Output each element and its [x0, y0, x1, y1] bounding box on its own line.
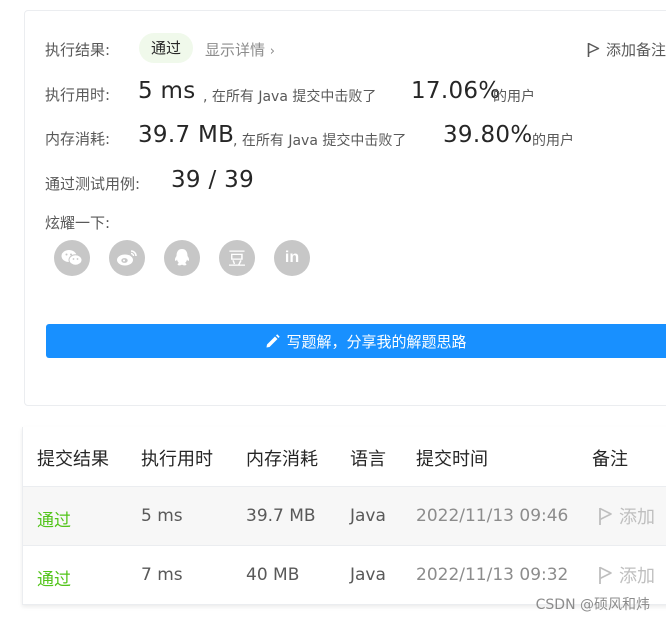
row-runtime: 5 ms — [141, 506, 183, 526]
row-submit-time: 2022/11/13 09:46 — [416, 506, 569, 526]
submissions-table: 提交结果 执行用时 内存消耗 语言 提交时间 备注 通过 5 ms 39.7 M… — [22, 427, 666, 605]
write-solution-button[interactable]: 写题解，分享我的解题思路 — [46, 324, 666, 358]
col-header-memory: 内存消耗 — [246, 449, 318, 470]
weibo-icon[interactable] — [109, 240, 145, 276]
write-solution-label: 写题解，分享我的解题思路 — [286, 332, 467, 351]
runtime-value: 5 ms — [138, 78, 196, 104]
testcases-value: 39 / 39 — [171, 167, 255, 193]
result-status-badge: 通过 — [139, 33, 194, 63]
pencil-icon — [266, 333, 281, 347]
flag-icon — [599, 507, 612, 525]
col-header-status: 提交结果 — [37, 449, 109, 470]
qq-icon[interactable] — [164, 240, 200, 276]
memory-value: 39.7 MB — [138, 122, 235, 148]
col-header-language: 语言 — [350, 449, 386, 470]
flag-icon — [599, 566, 612, 584]
row-status-link[interactable]: 通过 — [37, 565, 71, 590]
col-header-note: 备注 — [592, 449, 628, 470]
linkedin-glyph: in — [284, 249, 300, 266]
wechat-icon[interactable] — [54, 240, 90, 276]
row-add-note-label: 添加 — [619, 507, 655, 528]
memory-percent: 39.80% — [443, 122, 533, 148]
testcases-label: 通过测试用例: — [45, 175, 141, 193]
row-add-note-label: 添加 — [619, 566, 655, 587]
add-note-button[interactable]: 添加备注 — [587, 39, 666, 60]
row-memory: 39.7 MB — [246, 506, 316, 526]
row-add-note-button[interactable]: 添加 — [598, 503, 655, 529]
chevron-right-icon: › — [269, 44, 275, 59]
linkedin-icon[interactable]: in — [274, 240, 310, 276]
col-header-submit-time: 提交时间 — [416, 449, 488, 470]
row-submit-time: 2022/11/13 09:32 — [416, 565, 569, 585]
row-add-note-button[interactable]: 添加 — [598, 562, 655, 588]
row-language: Java — [350, 506, 386, 526]
douban-icon[interactable]: 豆 — [219, 240, 255, 276]
memory-label: 内存消耗: — [45, 130, 111, 148]
show-details-link[interactable]: 显示详情 › — [205, 39, 275, 60]
watermark: CSDN @硕风和炜 — [535, 597, 650, 613]
table-header: 提交结果 执行用时 内存消耗 语言 提交时间 备注 — [23, 427, 666, 486]
runtime-percent: 17.06% — [411, 78, 501, 104]
row-status-link[interactable]: 通过 — [37, 506, 71, 531]
memory-beat-text: , 在所有 Java 提交中击败了 — [233, 133, 407, 149]
col-header-runtime: 执行用时 — [141, 449, 213, 470]
show-details-label: 显示详情 — [205, 41, 266, 59]
table-row[interactable]: 通过 5 ms 39.7 MB Java 2022/11/13 09:46 添加 — [23, 486, 666, 545]
row-runtime: 7 ms — [141, 565, 183, 585]
runtime-beat-text: , 在所有 Java 提交中击败了 — [203, 89, 377, 105]
result-label: 执行结果: — [45, 41, 111, 59]
douban-glyph: 豆 — [228, 249, 246, 270]
submission-result-card: 执行结果: 通过 显示详情 › 添加备注 执行用时: 5 ms , 在所有 Ja… — [24, 10, 666, 406]
memory-users-text: 的用户 — [532, 133, 574, 149]
runtime-label: 执行用时: — [45, 86, 111, 104]
flag-icon — [587, 42, 600, 57]
runtime-users-text: 的用户 — [493, 89, 535, 105]
share-label: 炫耀一下: — [45, 214, 111, 232]
row-memory: 40 MB — [246, 565, 300, 585]
row-language: Java — [350, 565, 386, 585]
add-note-label: 添加备注 — [606, 41, 666, 59]
